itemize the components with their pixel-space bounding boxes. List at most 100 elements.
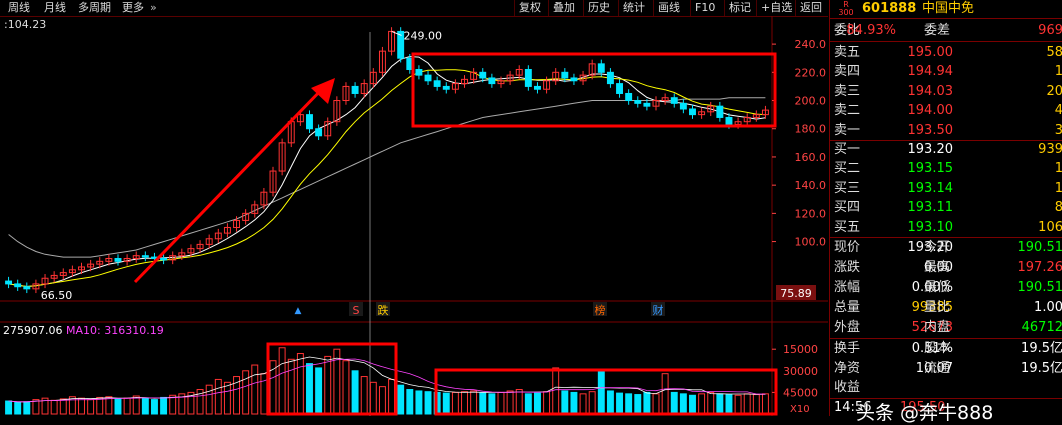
stock-name: 中国中免 xyxy=(922,0,974,17)
volume-bar xyxy=(270,361,276,414)
stat-row-value2: 46712 xyxy=(1022,318,1062,338)
volume-bar xyxy=(79,398,85,414)
bid-row: 买一193.20939 xyxy=(830,140,1062,160)
button-history[interactable]: 历史 xyxy=(583,0,614,16)
volume-tick-label: 45000 xyxy=(783,386,818,399)
candle-body xyxy=(626,93,632,100)
tab-multi-period[interactable]: 多周期 xyxy=(78,0,111,16)
tab-weekly[interactable]: 周线 xyxy=(8,0,30,16)
ask-row: 卖四194.941 xyxy=(830,62,1062,82)
volume-bar xyxy=(279,348,285,414)
volume-bar xyxy=(124,398,130,414)
stock-code: 601888 xyxy=(862,0,916,17)
volume-bar xyxy=(252,365,258,414)
volume-bar xyxy=(762,394,768,414)
info-row-label: 换手 xyxy=(834,339,860,359)
ask-volume: 20 xyxy=(1046,82,1062,102)
candle-body xyxy=(535,86,541,89)
ma-long-line xyxy=(9,98,766,257)
volume-bar xyxy=(662,374,668,414)
low-label: 66.50 xyxy=(41,289,73,302)
cursor-readout: :104.23 xyxy=(4,18,46,31)
stat-row-label2: 最低 xyxy=(924,278,950,298)
volume-bar xyxy=(106,397,112,414)
volume-bar xyxy=(717,394,723,414)
stat-row-value2: 197.26 xyxy=(1018,258,1062,278)
button-mark[interactable]: 标记 xyxy=(724,0,755,16)
stat-row-label: 总量 xyxy=(834,298,860,318)
candle-body xyxy=(671,98,677,104)
stat-row: 外盘52673内盘46712 xyxy=(830,318,1062,338)
candlestick-chart[interactable]: 240.0220.0200.0180.0160.0140.0120.0100.0… xyxy=(0,16,828,416)
ask-price: 195.00 xyxy=(908,43,954,63)
button-f10[interactable]: F10 xyxy=(690,0,719,16)
bid-volume: 939 xyxy=(1038,140,1062,160)
stat-row-label2: 内盘 xyxy=(924,318,950,338)
volume-bar xyxy=(407,390,413,414)
volume-bar xyxy=(343,361,349,414)
volume-bar xyxy=(744,394,750,414)
candle-body xyxy=(489,78,495,84)
volume-bar xyxy=(33,400,39,414)
uptrend-arrowhead xyxy=(311,78,335,104)
volume-bar xyxy=(389,379,395,414)
ma10-line xyxy=(9,70,766,287)
volume-bar xyxy=(708,392,714,414)
chart-toolbar: 周线 月线 多周期 更多 » 复权 叠加 历史 统计 画线 F10 标记 +自选… xyxy=(0,0,828,17)
volume-bar xyxy=(753,395,759,414)
button-statistics[interactable]: 统计 xyxy=(618,0,649,16)
volume-bar xyxy=(671,392,677,414)
volume-bar xyxy=(452,392,458,414)
price-tick-label: 140.0 xyxy=(795,179,827,192)
tab-monthly[interactable]: 月线 xyxy=(44,0,66,16)
volume-bar xyxy=(443,393,449,414)
ask-label: 卖四 xyxy=(834,62,860,82)
volume-bar xyxy=(15,402,21,414)
bid-label: 买二 xyxy=(834,159,860,179)
candle-body xyxy=(480,72,486,78)
button-overlay[interactable]: 叠加 xyxy=(548,0,579,16)
watermark: 头条 @奔牛888 xyxy=(856,398,993,425)
volume-bar xyxy=(571,392,577,414)
price-tick-label: 100.0 xyxy=(795,236,827,249)
button-add-favorite[interactable]: +自选 xyxy=(756,0,796,16)
bid-price: 193.20 xyxy=(908,140,954,160)
volume-bar xyxy=(206,385,212,414)
volume-bar xyxy=(480,393,486,414)
volume-ma-readout: 275907.06 xyxy=(3,324,63,337)
bid-label: 买三 xyxy=(834,179,860,199)
volume-bar xyxy=(489,394,495,414)
tab-more[interactable]: 更多 xyxy=(122,0,144,16)
commission-row: 委比 84.93% 委差 969 xyxy=(830,21,1062,41)
stat-row-label: 外盘 xyxy=(834,318,860,338)
more-chevron-icon[interactable]: » xyxy=(150,0,157,16)
stat-row-label: 现价 xyxy=(834,238,860,258)
candle-body xyxy=(24,287,30,289)
candle-body xyxy=(6,281,12,284)
candle-body xyxy=(598,64,604,72)
bid-price: 193.10 xyxy=(908,218,954,238)
volume-tick-label: 30000 xyxy=(783,365,818,378)
volume-bar xyxy=(644,392,650,414)
candle-body xyxy=(316,129,322,136)
button-back[interactable]: 返回 xyxy=(795,0,826,16)
volume-bar xyxy=(316,368,322,414)
bid-volume: 8 xyxy=(1055,198,1062,218)
ask-price: 194.94 xyxy=(908,62,954,82)
stat-row-value2: 190.51 xyxy=(1018,278,1062,298)
candle-body xyxy=(15,284,21,287)
price-tick-label: 180.0 xyxy=(795,123,827,136)
button-adjust[interactable]: 复权 xyxy=(514,0,545,16)
ask-volume: 58 xyxy=(1046,43,1062,63)
candle-body xyxy=(680,103,686,109)
button-draw-line[interactable]: 画线 xyxy=(653,0,684,16)
ask-volume: 3 xyxy=(1055,121,1062,141)
volume-bar xyxy=(379,387,385,414)
candle-body xyxy=(161,259,167,260)
candle-body xyxy=(352,86,358,93)
price-tick-label: 220.0 xyxy=(795,66,827,79)
bid-price: 193.14 xyxy=(908,179,954,199)
stat-row-label2: 量比 xyxy=(924,298,950,318)
candle-body xyxy=(635,101,641,104)
info-row-label: 净资 xyxy=(834,359,860,379)
